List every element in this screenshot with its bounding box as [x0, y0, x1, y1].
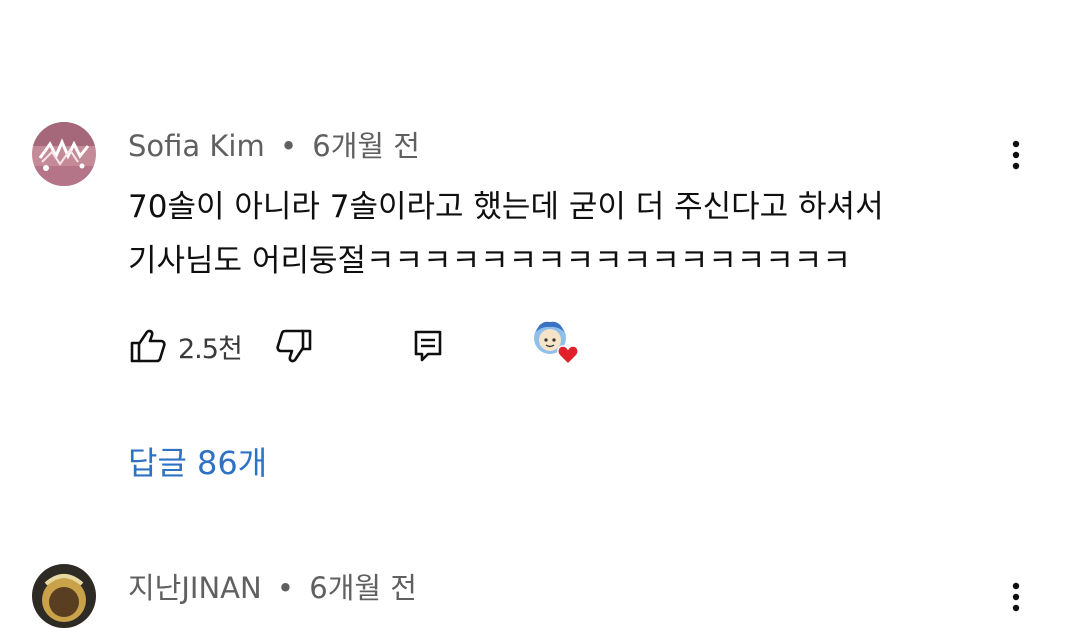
- more-vert-icon[interactable]: [1002, 578, 1030, 618]
- more-vert-icon[interactable]: [1002, 136, 1030, 176]
- comment-actions: 2.5천: [128, 321, 728, 368]
- creator-heart-icon: [530, 314, 586, 372]
- like-button[interactable]: 2.5천: [128, 324, 243, 368]
- like-count: 2.5천: [178, 333, 243, 365]
- meta-separator: •: [279, 129, 298, 163]
- avatar[interactable]: [32, 564, 96, 628]
- reply-icon: [414, 330, 442, 362]
- comment-author[interactable]: Sofia Kim: [128, 129, 265, 163]
- view-replies-button[interactable]: 답글 86개: [128, 438, 267, 484]
- comment-meta: Sofia Kim • 6개월 전: [128, 126, 420, 166]
- avatar-image: [32, 564, 96, 628]
- avatar[interactable]: [32, 122, 96, 186]
- comment-text: 70솔이 아니라 7솔이라고 했는데 굳이 더 주신다고 하셔서 기사님도 어리…: [128, 180, 1008, 288]
- comment-text-line: 70솔이 아니라 7솔이라고 했는데 굳이 더 주신다고 하셔서: [128, 189, 884, 225]
- avatar-image: [32, 122, 96, 186]
- dislike-button[interactable]: [274, 324, 314, 368]
- comment-text-line: 기사님도 어리둥절ㅋㅋㅋㅋㅋㅋㅋㅋㅋㅋㅋㅋㅋㅋㅋㅋㅋ: [128, 243, 851, 279]
- comment-meta: 지난JINAN • 6개월 전: [128, 568, 417, 608]
- thumbs-up-icon: [130, 329, 166, 363]
- reply-button[interactable]: [410, 324, 446, 368]
- comment-time[interactable]: 6개월 전: [312, 129, 420, 163]
- thumbs-down-icon: [276, 329, 312, 363]
